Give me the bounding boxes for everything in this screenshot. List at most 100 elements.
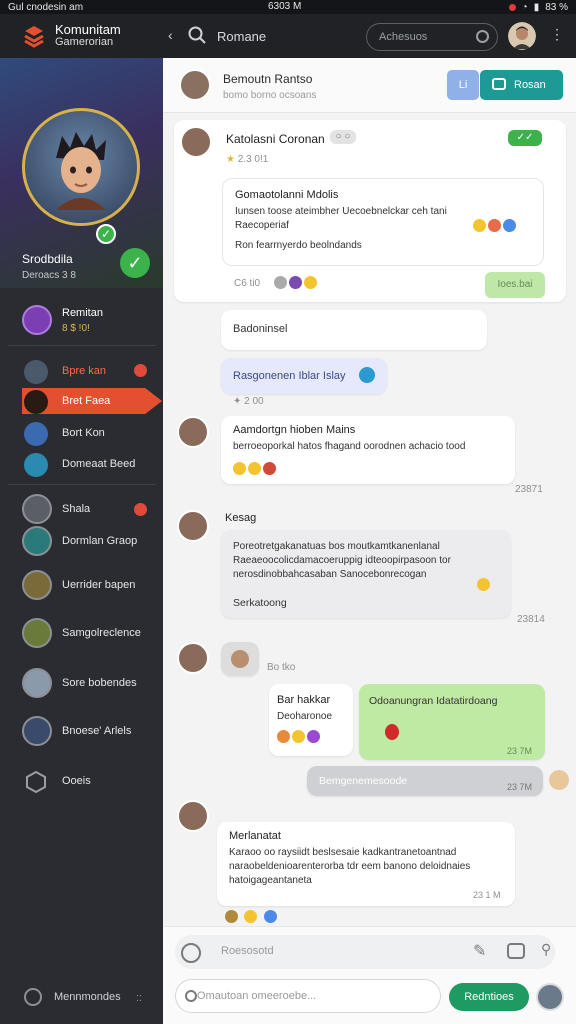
quote-block[interactable]: Gomaotolanni Mdolis Iunsen toose ateimbh… bbox=[222, 178, 544, 266]
green-bubble[interactable]: Odoanungran Idatatirdoang 23 7M bbox=[359, 684, 545, 760]
emoji-icon bbox=[244, 910, 258, 924]
sidebar-divider bbox=[8, 345, 156, 346]
reply-tag[interactable]: Ioes.bai bbox=[485, 272, 545, 298]
message-bubble[interactable]: Merlanatat Karaoo oo raysiidt beslsesaie… bbox=[217, 822, 515, 906]
status-left: Gul cnodesin am bbox=[8, 1, 84, 13]
sender-avatar[interactable] bbox=[177, 510, 209, 542]
message-bubble[interactable]: Bemgenemesoode 23 7M bbox=[307, 766, 543, 796]
header-search-input[interactable]: Achesuos bbox=[366, 23, 498, 51]
game-icon bbox=[24, 360, 48, 384]
contact-item[interactable]: Dormlan Graop bbox=[22, 526, 162, 558]
self-avatar[interactable] bbox=[536, 983, 564, 1011]
contact-item[interactable]: Samgolreclence bbox=[22, 618, 162, 650]
brand-title: Komunitam bbox=[55, 22, 121, 37]
hexagon-icon bbox=[26, 770, 46, 794]
user-avatar bbox=[22, 305, 52, 335]
message-time: 23 7M bbox=[507, 746, 533, 756]
message-bubble[interactable]: Poreotretgakanatuas bos moutkamtkanenlan… bbox=[221, 530, 511, 618]
small-action-button[interactable]: Li bbox=[447, 70, 479, 100]
status-right: ◔ ▮ 83 % bbox=[508, 1, 568, 13]
emoji-row bbox=[473, 217, 518, 235]
conversation-avatar[interactable] bbox=[179, 69, 211, 101]
sender-avatar[interactable] bbox=[177, 800, 209, 832]
message-text: Deoharonoe bbox=[277, 711, 333, 722]
back-chevron-icon[interactable]: ‹ bbox=[168, 27, 173, 43]
pen-icon[interactable]: ✎ bbox=[473, 941, 486, 961]
message-meta: ✦ 2 00 bbox=[233, 396, 264, 407]
profile-subtitle: Deroacs 3 8 bbox=[22, 270, 76, 281]
emoji-icon bbox=[477, 576, 492, 594]
message-bubble[interactable]: Rasgonenen Iblar Islay bbox=[221, 358, 387, 394]
sender-avatar[interactable] bbox=[180, 126, 212, 158]
conversation-header: Bemoutn Rantso bomo borno ocsoans Li Ros… bbox=[163, 58, 576, 113]
message-text: Rasgonenen Iblar Islay bbox=[233, 370, 346, 382]
alert-icon bbox=[508, 3, 516, 11]
emoji-icon bbox=[289, 276, 302, 290]
status-ok-icon[interactable]: ✓ bbox=[120, 248, 150, 278]
compose-placeholder: Omautoan omeeroebe... bbox=[197, 990, 317, 1002]
primary-action-label: Rosan bbox=[514, 79, 546, 91]
sword-icon bbox=[24, 390, 48, 414]
sidebar-footer[interactable]: Mennmondes :: bbox=[22, 986, 157, 1010]
contact-item[interactable]: Ooeis bbox=[22, 766, 162, 798]
contact-avatar bbox=[22, 570, 52, 600]
contact-label: Shala bbox=[62, 503, 91, 515]
quote-title: Gomaotolanni Mdolis bbox=[235, 189, 339, 201]
user-name: Remitan bbox=[62, 307, 103, 319]
contact-avatar bbox=[22, 526, 52, 556]
message-bubble[interactable]: Bar hakkar Deoharonoe bbox=[269, 684, 353, 756]
emoji-icon bbox=[292, 730, 305, 744]
contact-item[interactable]: Uerrider bapen bbox=[22, 570, 162, 602]
sender-avatar[interactable] bbox=[177, 642, 209, 674]
message-bubble[interactable]: Aamdortgn hioben Mains berroeoporkal hat… bbox=[221, 416, 515, 484]
status-time: 6303 M bbox=[268, 1, 302, 12]
search-icon[interactable] bbox=[188, 26, 206, 44]
sidebar-item-label: Domeaat Beed bbox=[62, 458, 136, 470]
emoji-icon bbox=[307, 730, 320, 744]
app: Gul cnodesin am 6303 M ◔ ▮ 83 % Komunita… bbox=[0, 0, 576, 1024]
reaction-row[interactable] bbox=[225, 908, 279, 926]
sender-name: Kesag bbox=[225, 512, 257, 524]
contact-item[interactable]: Sore bobendes bbox=[22, 668, 162, 700]
sidebar-item-2[interactable]: Bret Faea bbox=[22, 388, 157, 414]
community-logo-icon bbox=[24, 26, 44, 48]
mic-icon[interactable]: ⚲ bbox=[541, 941, 551, 958]
contact-label: Bnoese' Arlels bbox=[62, 725, 132, 737]
message-bubble[interactable]: Badoninsel bbox=[221, 310, 487, 350]
sidebar-item-3[interactable]: Bort Kon bbox=[22, 420, 157, 446]
header-avatar[interactable] bbox=[508, 22, 536, 50]
emoji-icon bbox=[225, 910, 238, 924]
star-icon: ★ bbox=[226, 154, 235, 165]
sender-avatar[interactable] bbox=[177, 416, 209, 448]
sticker-icon bbox=[231, 650, 249, 668]
sidebar-item-label: Bpre kan bbox=[62, 365, 107, 377]
emoji-icon bbox=[274, 276, 287, 290]
contact-label: Sore bobendes bbox=[62, 677, 137, 689]
contact-item[interactable]: Shala bbox=[22, 494, 162, 526]
sidebar-item-4[interactable]: Domeaat Beed bbox=[22, 451, 157, 477]
sidebar-item-1[interactable]: Bpre kan bbox=[22, 358, 157, 384]
emoji-icon bbox=[503, 219, 516, 233]
check-badge-icon: ✓✓ bbox=[508, 130, 542, 146]
chat-panel: Bemoutn Rantso bomo borno ocsoans Li Ros… bbox=[163, 58, 576, 1024]
emoji-icon bbox=[488, 219, 501, 233]
camera-icon[interactable] bbox=[507, 943, 525, 959]
send-button[interactable]: Redntioes bbox=[449, 983, 529, 1011]
primary-action-button[interactable]: Rosan bbox=[480, 70, 563, 100]
message-time: 23814 bbox=[517, 614, 545, 625]
attach-icon[interactable] bbox=[181, 943, 201, 963]
brand: Komunitam Gamerorian bbox=[55, 23, 121, 49]
message-text: Poreotretgakanatuas bos moutkamtkanenlan… bbox=[233, 541, 451, 580]
message-card: Katolasni Coronan ○ ○ ✓✓ ★ 2.3 0!1 Gomao… bbox=[174, 120, 566, 302]
sticker-bubble[interactable] bbox=[221, 642, 259, 676]
message-extra: Serkatoong bbox=[233, 597, 287, 609]
reaction-row[interactable] bbox=[274, 274, 319, 292]
sidebar-current-user[interactable]: Remitan 8 $ !0! bbox=[22, 305, 157, 341]
contact-item[interactable]: Bnoese' Arlels bbox=[22, 716, 162, 748]
footer-label: Mennmondes bbox=[54, 991, 121, 1003]
status-bar: Gul cnodesin am 6303 M ◔ ▮ 83 % bbox=[0, 0, 576, 14]
battery-level: 83 % bbox=[545, 1, 568, 13]
reactions-label: C6 ti0 bbox=[234, 278, 261, 289]
more-vert-icon[interactable]: ⋮ bbox=[550, 26, 564, 43]
input-bar: Roesosotd ✎ ⚲ Omautoan omeeroebe... Redn… bbox=[163, 926, 576, 1024]
